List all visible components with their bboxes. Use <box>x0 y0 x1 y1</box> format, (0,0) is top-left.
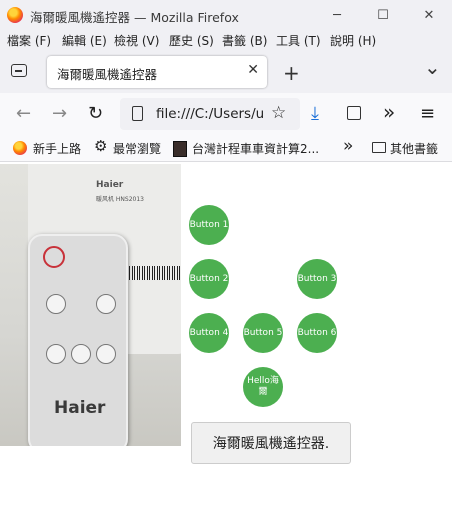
menu-history[interactable]: 歷史 (S) <box>169 32 214 49</box>
unit-brand-label: Haier <box>96 180 124 190</box>
plus-icon <box>96 294 116 314</box>
menu-file[interactable]: 檔案 (F) <box>7 32 51 49</box>
bookmarks-bar: 新手上路 ⚙ 最常瀏覽 台灣計程車車資計算2... » 其他書籤 <box>0 135 452 162</box>
bookmark-getting-started[interactable]: 新手上路 <box>33 140 81 157</box>
hello-button[interactable]: Hello海爾 <box>243 367 283 407</box>
maximize-button[interactable]: ☐ <box>360 0 406 31</box>
firefox-logo-icon <box>7 7 23 23</box>
downloads-icon[interactable]: ⤓ <box>311 103 319 124</box>
url-text: file:///C:/Users/u <box>156 106 265 122</box>
navigation-bar: ← → ↻ file:///C:/Users/u ☆ ⤓ » ≡ <box>0 93 452 135</box>
page-content: Haier 暖风机 HNS2013 Haier Button 1 Button … <box>0 162 452 508</box>
page-thumbnail-icon <box>173 141 187 157</box>
minus-icon <box>46 294 66 314</box>
bookmark-other[interactable]: 其他書籤 <box>390 140 438 157</box>
power-icon <box>43 246 65 268</box>
menu-help[interactable]: 說明 (H) <box>330 32 376 49</box>
firefox-view-icon[interactable] <box>11 64 27 77</box>
button-5[interactable]: Button 5 <box>243 313 283 353</box>
new-tab-button[interactable]: + <box>283 61 300 85</box>
button-3[interactable]: Button 3 <box>297 259 337 299</box>
bookmark-taxi-fare[interactable]: 台灣計程車車資計算2... <box>192 140 319 157</box>
forward-arrow-icon[interactable]: → <box>52 103 67 124</box>
folder-icon <box>372 142 386 153</box>
barcode <box>124 266 180 280</box>
menu-tools[interactable]: 工具 (T) <box>276 32 321 49</box>
reload-icon[interactable]: ↻ <box>88 103 103 124</box>
list-all-tabs-icon[interactable]: ⌄ <box>424 55 441 79</box>
timer-icon <box>96 344 116 364</box>
star-bookmark-icon[interactable]: ☆ <box>271 103 286 123</box>
bookmarks-overflow-icon[interactable]: » <box>343 136 353 156</box>
tab-title: 海爾暖風機遙控器 <box>57 67 158 82</box>
menu-edit[interactable]: 編輯 (E) <box>62 32 107 49</box>
close-window-button[interactable]: ✕ <box>406 0 452 31</box>
minimize-button[interactable]: ─ <box>314 0 360 31</box>
tab-active[interactable]: 海爾暖風機遙控器 ✕ <box>47 56 267 88</box>
speed-icon <box>71 344 91 364</box>
swing-icon <box>46 344 66 364</box>
button-6[interactable]: Button 6 <box>297 313 337 353</box>
remote-brand-label: Haier <box>54 398 106 418</box>
unit-model-label: 暖风机 HNS2013 <box>96 196 144 203</box>
remote-photo: Haier 暖风机 HNS2013 Haier <box>0 164 181 446</box>
page-info-icon[interactable] <box>132 106 143 121</box>
button-4[interactable]: Button 4 <box>189 313 229 353</box>
menu-bar: 檔案 (F) 編輯 (E) 檢視 (V) 歷史 (S) 書籤 (B) 工具 (T… <box>0 31 452 49</box>
getting-started-icon <box>13 141 27 155</box>
button-2[interactable]: Button 2 <box>189 259 229 299</box>
menu-bookmarks[interactable]: 書籤 (B) <box>222 32 267 49</box>
menu-view[interactable]: 檢視 (V) <box>114 32 159 49</box>
app-menu-icon[interactable]: ≡ <box>420 103 435 124</box>
bookmark-most-visited[interactable]: 最常瀏覽 <box>113 140 161 157</box>
extensions-icon[interactable] <box>347 106 361 120</box>
gear-icon: ⚙ <box>94 137 108 155</box>
window-title: 海爾暖風機遙控器 — Mozilla Firefox <box>30 10 239 25</box>
window-titlebar: 海爾暖風機遙控器 — Mozilla Firefox ─ ☐ ✕ <box>0 0 452 31</box>
button-1[interactable]: Button 1 <box>189 205 229 245</box>
remote-title-button[interactable]: 海爾暖風機遙控器. <box>191 422 351 464</box>
tab-close-icon[interactable]: ✕ <box>247 62 259 78</box>
back-arrow-icon[interactable]: ← <box>16 103 31 124</box>
more-tools-icon[interactable]: » <box>383 100 395 124</box>
tab-strip: 海爾暖風機遙控器 ✕ + ⌄ <box>0 49 452 93</box>
